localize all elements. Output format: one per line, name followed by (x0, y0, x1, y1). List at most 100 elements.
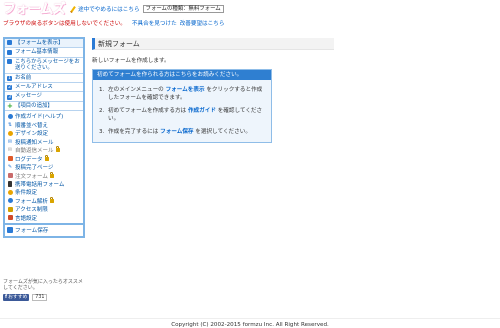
sidebar-item-message-intro[interactable]: こちらからメッセージをお送りください。 (5, 58, 83, 74)
sidebar-item-notify-mail[interactable]: ✉ 投稿通知メール (7, 138, 81, 146)
square-icon (7, 49, 13, 56)
sidebar-item-label: 条件設定 (15, 190, 38, 197)
notice-bar: ブラウザの戻るボタンは使用しないでください。 不具合を見つけた 改善要望はこちら (3, 19, 224, 27)
first-time-guide-box: 初めてフォームを作られる方はこちらをお読みください。 1. 左のメインメニューの… (92, 69, 272, 143)
step-number: 3. (99, 129, 105, 135)
number-icon: 2 (7, 85, 12, 91)
sidebar-item-complete-page[interactable]: ✎ 投稿完了ページ (7, 163, 81, 171)
lock-icon (49, 171, 54, 178)
chart-icon (7, 198, 13, 204)
sidebar-item-field-2[interactable]: 2 メールアドレス (5, 83, 83, 93)
sidebar-item-mobile-form[interactable]: 携帯電話用フォーム (7, 180, 81, 188)
sidebar-item-label: 順番並べ替え (15, 122, 49, 129)
sidebar-item-label: フォーム解析 (15, 198, 48, 205)
square-icon (7, 40, 13, 46)
step-number: 2. (99, 108, 105, 114)
sidebar-item-label: デザイン設定 (15, 131, 49, 138)
condition-icon (7, 189, 13, 195)
number-icon: 3 (7, 94, 12, 100)
mail-reply-icon: ✉ (7, 147, 13, 154)
show-form-link[interactable]: フォームを表示 (166, 87, 205, 93)
logo-text: フォームズ (3, 2, 66, 18)
number-icon: 1 (7, 75, 12, 81)
sidebar-item-guide[interactable]: 作成ガイド(ヘルプ) (7, 112, 81, 120)
page-title: 新規フォーム (92, 38, 334, 50)
sidebar-item-label: 投稿通知メール (15, 139, 54, 146)
sidebar-item-label: こちらからメッセージをお送りください。 (15, 58, 80, 72)
lock-icon (49, 196, 54, 203)
sidebar-item-label: 投稿完了ページ (15, 165, 54, 172)
plus-icon: + (7, 102, 13, 111)
sidebar-tools: 作成ガイド(ヘルプ) ⇅ 順番並べ替え デザイン設定 ✉ 投稿通知メール ✉ 自… (5, 111, 83, 223)
key-icon (7, 206, 13, 212)
footer-divider (0, 318, 500, 319)
square-icon (7, 59, 13, 65)
sidebar-item-log-data[interactable]: ログデータ (7, 154, 81, 163)
sidebar-item-label: 【項目の追加】 (15, 102, 53, 109)
save-icon (7, 227, 13, 234)
share-text: フォームズが気に入ったらオススメしてください。 (3, 279, 83, 291)
sidebar-item-auto-reply[interactable]: ✉ 自動返信メール (7, 146, 81, 154)
sort-icon: ⇅ (7, 121, 13, 128)
intro-text: 新しいフォームを作成します。 (92, 58, 170, 64)
quit-link-label: 途中でやめるにはこちら (78, 7, 140, 13)
page-icon: ✎ (7, 164, 13, 171)
sidebar-item-design[interactable]: デザイン設定 (7, 129, 81, 137)
step-number: 1. (99, 87, 105, 93)
form-type-badge: フォームの種類：無料フォーム (142, 5, 224, 13)
formzu-logo[interactable]: フォームズ (3, 2, 67, 18)
sidebar-item-label: 作成ガイド(ヘルプ) (15, 114, 64, 121)
step-text: 作成を完了するには フォーム保存 を選択してください。 (108, 129, 251, 135)
guide-box-body: 1. 左のメインメニューの フォームを表示 をクリックすると作成したフォームを確… (93, 80, 271, 142)
back-button-warning: ブラウザの戻るボタンは使用しないでください。 (3, 21, 126, 27)
share-count: 731 (32, 294, 48, 301)
bug-report-link[interactable]: 不具合を見つけた (132, 19, 177, 27)
step-text: 左のメインメニューの フォームを表示 をクリックすると作成したフォームを確認でき… (108, 87, 263, 101)
sidebar-item-access-limit[interactable]: アクセス制限 (7, 205, 81, 213)
palette-icon (7, 130, 13, 136)
sidebar-item-basic-info[interactable]: フォーム基本情報 (5, 48, 83, 58)
sidebar-item-reorder[interactable]: ⇅ 順番並べ替え (7, 121, 81, 129)
guide-box-title: 初めてフォームを作られる方はこちらをお読みください。 (93, 70, 271, 80)
sidebar-item-field-3[interactable]: 3 メッセージ (5, 92, 83, 102)
sidebar-item-conditions[interactable]: 条件設定 (7, 188, 81, 196)
sidebar-item-label: お名前 (15, 74, 32, 81)
guide-step: 1. 左のメインメニューの フォームを表示 をクリックすると作成したフォームを確… (99, 86, 265, 102)
mail-icon: ✉ (7, 138, 13, 145)
language-icon (7, 215, 13, 221)
save-form-link[interactable]: フォーム保存 (160, 129, 193, 135)
lock-icon (55, 146, 60, 153)
sidebar-item-label: 注文フォーム (15, 173, 48, 180)
quit-link[interactable]: 途中でやめるにはこちら (71, 5, 140, 13)
sidebar-item-label: 【フォームを表示】 (15, 40, 64, 46)
guide-step: 3. 作成を完了するには フォーム保存 を選択してください。 (99, 128, 265, 136)
sidebar-item-field-1[interactable]: 1 お名前 (5, 74, 83, 84)
mobile-icon (7, 180, 13, 187)
share-buttons: f おすすめ 731 (3, 294, 48, 301)
sidebar-item-label: 携帯電話用フォーム (15, 181, 65, 188)
improvement-request-link[interactable]: 改善要望はこちら (180, 19, 225, 27)
sidebar-item-order-form[interactable]: 注文フォーム (7, 171, 81, 180)
sidebar-item-show-form[interactable]: 【フォームを表示】 (5, 39, 83, 49)
save-form-label: フォーム保存 (15, 228, 49, 235)
sidebar-item-label: メッセージ (15, 93, 42, 100)
facebook-icon: f (5, 295, 8, 300)
sidebar-item-label: フォーム基本情報 (15, 49, 58, 56)
guide-step: 2. 初めてフォームを作成する方は 作成ガイド を確認してください。 (99, 107, 265, 123)
header-links: 途中でやめるにはこちら フォームの種類：無料フォーム (71, 4, 224, 14)
sidebar-item-add-field[interactable]: + 【項目の追加】 (5, 102, 83, 112)
sidebar-item-label: 言語設定 (15, 215, 38, 222)
footer-copyright: Copyright (C) 2002-2015 formzu Inc. All … (171, 322, 329, 328)
main-content: 新規フォーム 新しいフォームを作成します。 初めてフォームを作られる方はこちらを… (92, 38, 334, 143)
save-form-button[interactable]: フォーム保存 (5, 225, 83, 236)
step-text: 初めてフォームを作成する方は 作成ガイド を確認してください。 (108, 108, 263, 122)
facebook-recommend-button[interactable]: f おすすめ (3, 294, 30, 301)
sidebar-item-label: メールアドレス (15, 84, 53, 91)
sidebar-item-analytics[interactable]: フォーム解析 (7, 196, 81, 205)
create-guide-link[interactable]: 作成ガイド (188, 108, 216, 114)
help-icon (7, 113, 13, 119)
sidebar-item-language[interactable]: 言語設定 (7, 214, 81, 222)
facebook-button-label: おすすめ (8, 295, 28, 300)
log-icon (7, 156, 13, 162)
sidebar-item-label: アクセス制限 (15, 207, 48, 214)
